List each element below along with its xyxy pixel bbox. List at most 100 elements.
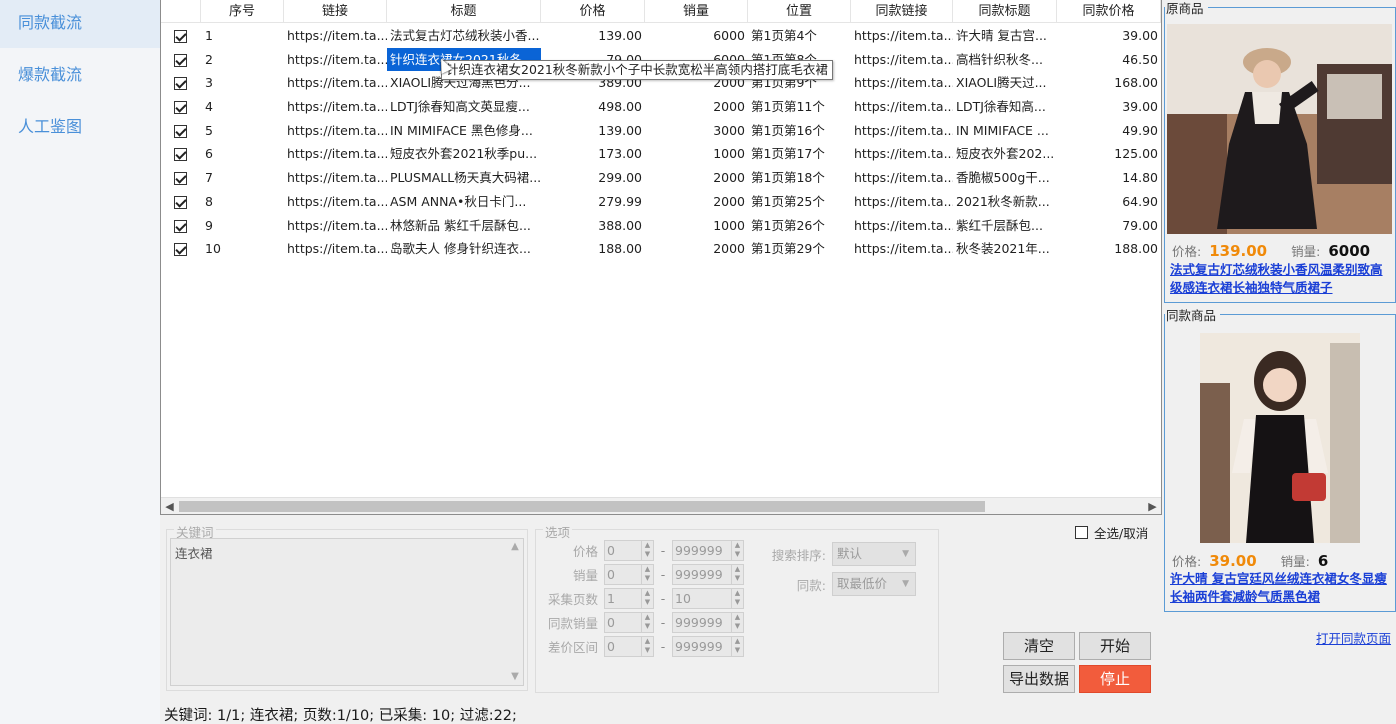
option-min-stepper[interactable]: 0 ▲ ▼ (604, 611, 654, 633)
same-product-image[interactable] (1200, 333, 1360, 543)
table-row[interactable]: 5 https://item.ta... IN MIMIFACE 黑色修身... 13… (161, 119, 1161, 143)
row-same-title[interactable]: 秋冬装2021年... (953, 237, 1057, 261)
keywords-scrollbar[interactable]: ▲ ▼ (507, 539, 523, 685)
same-title-link[interactable]: 许大晴 复古宫廷风丝绒连衣裙女冬显瘦长袖两件套减龄气质黑色裙 (1170, 570, 1392, 606)
same-select[interactable]: 取最低价 ▼ (832, 572, 916, 596)
table-row[interactable]: 10 https://item.ta... 岛歌夫人 修身针织连衣... 188.00… (161, 237, 1161, 261)
scroll-left-icon[interactable]: ◀ (161, 498, 178, 514)
row-title[interactable]: ASM ANNA•秋日卡门... (387, 190, 541, 214)
row-checkbox[interactable] (174, 148, 187, 162)
select-all-checkbox[interactable] (1075, 526, 1088, 539)
row-no[interactable]: 2 (201, 48, 284, 72)
row-link[interactable]: https://item.ta... (284, 142, 387, 166)
row-title[interactable]: PLUSMALL杨天真大码裙... (387, 166, 541, 190)
stop-button[interactable]: 停止 (1079, 665, 1151, 693)
original-title-link[interactable]: 法式复古灯芯绒秋装小香风温柔别致高级感连衣裙长袖独特气质裙子 (1170, 261, 1392, 297)
option-max-stepper[interactable]: 999999 ▲ ▼ (672, 563, 744, 585)
col-header-check[interactable] (161, 0, 201, 23)
row-same-link[interactable]: https://item.ta... (851, 71, 953, 95)
row-checkbox-cell[interactable] (161, 214, 201, 238)
row-no[interactable]: 5 (201, 119, 284, 143)
select-all-toggle[interactable]: 全选/取消 (1075, 523, 1148, 542)
row-same-title[interactable]: XIAOLI腾天过... (953, 71, 1057, 95)
row-checkbox-cell[interactable] (161, 119, 201, 143)
row-no[interactable]: 9 (201, 214, 284, 238)
row-checkbox[interactable] (174, 30, 187, 43)
row-same-link[interactable]: https://item.ta... (851, 166, 953, 190)
row-same-title[interactable]: 高档针织秋冬... (953, 48, 1057, 72)
row-checkbox[interactable] (174, 124, 187, 138)
col-header-link[interactable]: 链接 (284, 0, 387, 23)
row-price[interactable]: 139.00 (541, 119, 645, 143)
option-max-stepper[interactable]: 999999 ▲ ▼ (672, 611, 744, 633)
col-header-sales[interactable]: 销量 (645, 0, 748, 23)
row-link[interactable]: https://item.ta... (284, 95, 387, 119)
row-price[interactable]: 388.00 (541, 214, 645, 238)
row-same-link[interactable]: https://item.ta... (851, 237, 953, 261)
row-sales[interactable]: 3000 (645, 119, 748, 143)
row-no[interactable]: 6 (201, 142, 284, 166)
row-checkbox-cell[interactable] (161, 142, 201, 166)
table-row[interactable]: 6 https://item.ta... 短皮衣外套2021秋季pu... 173.0… (161, 142, 1161, 166)
row-link[interactable]: https://item.ta... (284, 24, 387, 48)
original-product-image[interactable] (1167, 24, 1392, 234)
row-title[interactable]: 法式复古灯芯绒秋装小香... (387, 24, 541, 48)
row-price[interactable]: 139.00 (541, 24, 645, 48)
sidebar-item-manual-image[interactable]: 人工鉴图 (0, 104, 160, 152)
stepper-arrows-icon[interactable]: ▲ ▼ (641, 588, 653, 608)
scrollbar-thumb[interactable] (179, 501, 985, 512)
row-checkbox[interactable] (174, 219, 187, 233)
option-max-stepper[interactable]: 999999 ▲ ▼ (672, 539, 744, 561)
row-no[interactable]: 10 (201, 237, 284, 261)
row-sales[interactable]: 2000 (645, 190, 748, 214)
row-checkbox-cell[interactable] (161, 166, 201, 190)
col-header-position[interactable]: 位置 (748, 0, 851, 23)
row-same-link[interactable]: https://item.ta... (851, 142, 953, 166)
col-header-same-title[interactable]: 同款标题 (953, 0, 1057, 23)
row-price[interactable]: 498.00 (541, 95, 645, 119)
option-max-stepper[interactable]: 10 ▲ ▼ (672, 587, 744, 609)
row-title[interactable]: 林悠新品 紫红千层酥包... (387, 214, 541, 238)
sidebar-item-same-intercept[interactable]: 同款截流 (0, 0, 160, 48)
row-same-price[interactable]: 39.00 (1057, 95, 1161, 119)
row-price[interactable]: 279.99 (541, 190, 645, 214)
row-same-link[interactable]: https://item.ta... (851, 95, 953, 119)
open-same-page-link[interactable]: 打开同款页面 (1316, 628, 1391, 647)
row-position[interactable]: 第1页第16个 (748, 119, 851, 143)
horizontal-scrollbar[interactable]: ◀ ▶ (161, 497, 1161, 514)
row-sales[interactable]: 1000 (645, 142, 748, 166)
row-link[interactable]: https://item.ta... (284, 48, 387, 72)
row-position[interactable]: 第1页第26个 (748, 214, 851, 238)
col-header-price[interactable]: 价格 (541, 0, 645, 23)
row-same-link[interactable]: https://item.ta... (851, 119, 953, 143)
row-title[interactable]: 短皮衣外套2021秋季pu... (387, 142, 541, 166)
row-no[interactable]: 8 (201, 190, 284, 214)
stepper-arrows-icon[interactable]: ▲ ▼ (641, 636, 653, 656)
scroll-up-icon[interactable]: ▲ (507, 539, 523, 555)
table-row[interactable]: 1 https://item.ta... 法式复古灯芯绒秋装小香... 139.00 6… (161, 24, 1161, 48)
row-same-title[interactable]: 许大晴 复古宫... (953, 24, 1057, 48)
row-same-title[interactable]: 2021秋冬新款... (953, 190, 1057, 214)
row-title[interactable]: IN MIMIFACE 黑色修身... (387, 119, 541, 143)
row-checkbox-cell[interactable] (161, 48, 201, 72)
table-row[interactable]: 7 https://item.ta... PLUSMALL杨天真大码裙... 299.… (161, 166, 1161, 190)
option-min-stepper[interactable]: 0 ▲ ▼ (604, 563, 654, 585)
row-position[interactable]: 第1页第29个 (748, 237, 851, 261)
row-same-title[interactable]: 紫红千层酥包... (953, 214, 1057, 238)
option-min-stepper[interactable]: 1 ▲ ▼ (604, 587, 654, 609)
row-checkbox-cell[interactable] (161, 95, 201, 119)
row-checkbox-cell[interactable] (161, 237, 201, 261)
start-button[interactable]: 开始 (1079, 632, 1151, 660)
row-same-link[interactable]: https://item.ta... (851, 48, 953, 72)
row-link[interactable]: https://item.ta... (284, 214, 387, 238)
row-checkbox[interactable] (174, 101, 187, 115)
col-header-no[interactable]: 序号 (201, 0, 284, 23)
row-same-price[interactable]: 125.00 (1057, 142, 1161, 166)
option-min-stepper[interactable]: 0 ▲ ▼ (604, 539, 654, 561)
row-same-price[interactable]: 188.00 (1057, 237, 1161, 261)
row-checkbox-cell[interactable] (161, 24, 201, 48)
row-link[interactable]: https://item.ta... (284, 166, 387, 190)
sidebar-item-hot-intercept[interactable]: 爆款截流 (0, 52, 160, 100)
row-title[interactable]: 岛歌夫人 修身针织连衣... (387, 237, 541, 261)
row-checkbox[interactable] (174, 243, 187, 257)
